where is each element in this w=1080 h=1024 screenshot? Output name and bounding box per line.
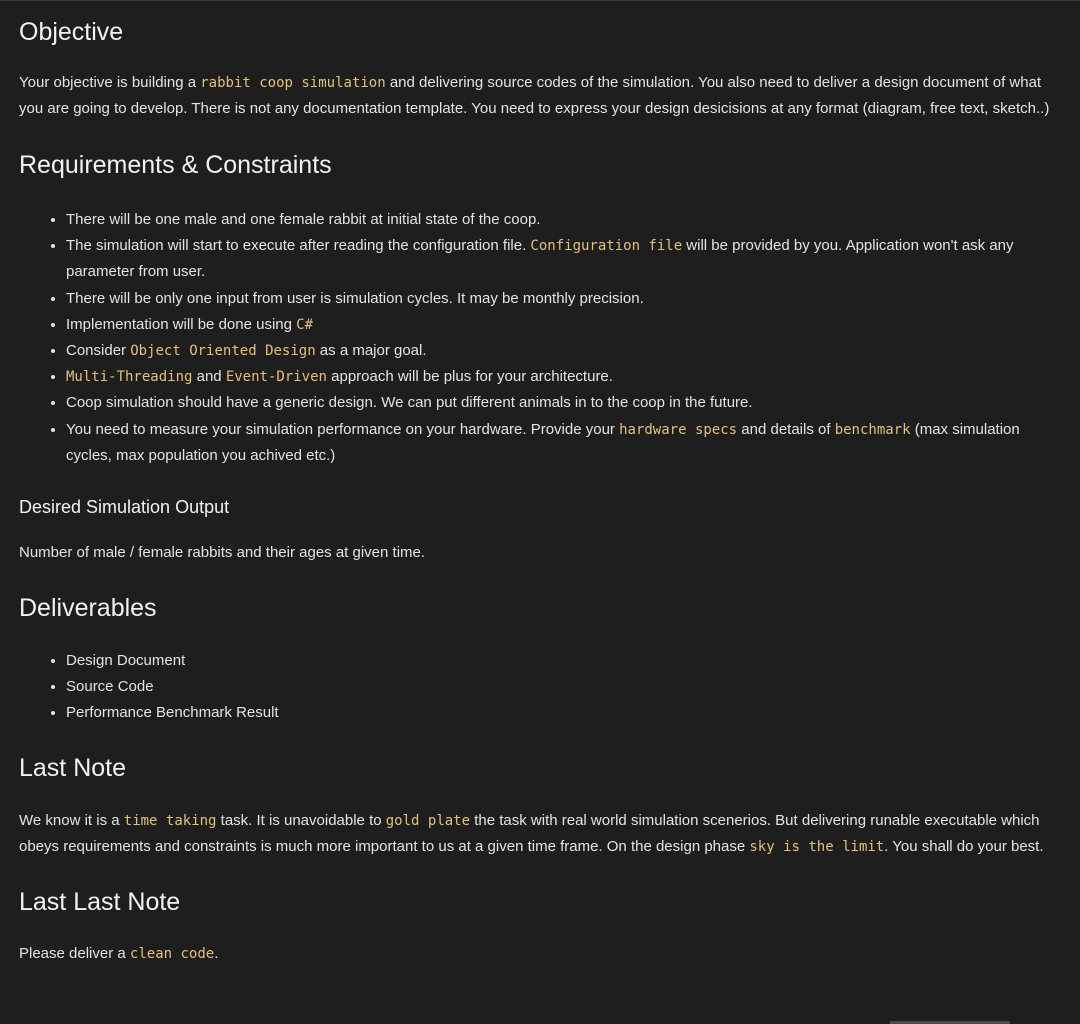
requirement-item: You need to measure your simulation perf… <box>66 417 1056 469</box>
heading-deliverables: Deliverables <box>19 594 157 623</box>
deliverable-item: Design Document <box>66 648 1056 674</box>
inline-code: Configuration file <box>530 238 683 255</box>
inline-code: time taking <box>123 812 217 829</box>
inline-code: Object Oriented Design <box>130 343 316 360</box>
inline-code: hardware specs <box>619 421 738 438</box>
deliverables-list: Design Document Source Code Performance … <box>19 648 1056 727</box>
requirement-item: Consider Object Oriented Design as a maj… <box>66 338 1056 364</box>
deliverable-item: Performance Benchmark Result <box>66 700 1056 726</box>
inline-code: sky is the limit <box>749 838 885 855</box>
requirement-item: Multi-Threading and Event-Driven approac… <box>66 364 1056 390</box>
requirement-item: There will be one male and one female ra… <box>66 207 1056 233</box>
last-last-note-paragraph: Please deliver a clean code. <box>19 944 219 962</box>
last-note-paragraph: We know it is a time taking task. It is … <box>19 811 1044 855</box>
inline-code: benchmark <box>834 421 911 438</box>
heading-objective: Objective <box>19 18 124 46</box>
inline-code: Event-Driven <box>225 369 327 386</box>
requirements-list: There will be one male and one female ra… <box>19 207 1056 469</box>
document: Objective Your objective is building a r… <box>0 0 1080 1024</box>
heading-last-last-note: Last Last Note <box>19 887 181 916</box>
requirement-item: The simulation will start to execute aft… <box>66 233 1056 285</box>
inline-code: gold plate <box>385 812 471 829</box>
heading-last-note: Last Note <box>19 753 127 782</box>
inline-code: C# <box>296 316 313 333</box>
inline-code: rabbit coop simulation <box>200 75 386 91</box>
deliverable-item: Source Code <box>66 674 1056 700</box>
heading-requirements: Requirements & Constraints <box>19 151 332 179</box>
objective-paragraph: Your objective is building a rabbit coop… <box>19 74 1050 117</box>
heading-desired-output: Desired Simulation Output <box>19 497 230 518</box>
inline-code: Multi-Threading <box>66 369 193 386</box>
requirement-item: Coop simulation should have a generic de… <box>66 390 1056 416</box>
requirement-item: There will be only one input from user i… <box>66 286 1056 312</box>
inline-code: clean code <box>129 945 215 962</box>
requirement-item: Implementation will be done using C# <box>66 312 1056 338</box>
output-paragraph: Number of male / female rabbits and thei… <box>19 544 426 562</box>
